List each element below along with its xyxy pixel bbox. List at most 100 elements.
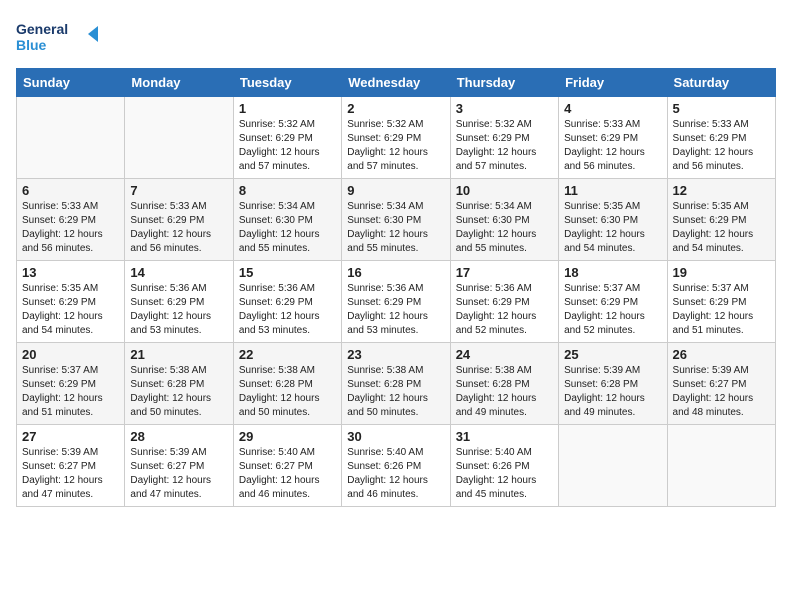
calendar-cell <box>559 425 667 507</box>
calendar-cell: 14 Sunrise: 5:36 AMSunset: 6:29 PMDayligh… <box>125 261 233 343</box>
day-number: 5 <box>673 101 770 116</box>
logo-icon: General Blue <box>16 16 106 58</box>
day-info: Sunrise: 5:40 AMSunset: 6:27 PMDaylight:… <box>239 446 336 502</box>
calendar-cell: 1 Sunrise: 5:32 AMSunset: 6:29 PMDaylight… <box>233 97 341 179</box>
day-info: Sunrise: 5:34 AMSunset: 6:30 PMDaylight:… <box>347 200 444 256</box>
day-info: Sunrise: 5:34 AMSunset: 6:30 PMDaylight:… <box>239 200 336 256</box>
calendar-table: SundayMondayTuesdayWednesdayThursdayFrid… <box>16 68 776 507</box>
day-number: 12 <box>673 183 770 198</box>
day-number: 4 <box>564 101 661 116</box>
day-number: 26 <box>673 347 770 362</box>
day-info: Sunrise: 5:36 AMSunset: 6:29 PMDaylight:… <box>130 282 227 338</box>
calendar-cell <box>667 425 775 507</box>
day-number: 6 <box>22 183 119 198</box>
day-info: Sunrise: 5:32 AMSunset: 6:29 PMDaylight:… <box>347 118 444 174</box>
day-number: 16 <box>347 265 444 280</box>
weekday-header-monday: Monday <box>125 69 233 97</box>
day-number: 2 <box>347 101 444 116</box>
day-info: Sunrise: 5:33 AMSunset: 6:29 PMDaylight:… <box>22 200 119 256</box>
day-number: 18 <box>564 265 661 280</box>
day-info: Sunrise: 5:38 AMSunset: 6:28 PMDaylight:… <box>239 364 336 420</box>
day-info: Sunrise: 5:35 AMSunset: 6:29 PMDaylight:… <box>22 282 119 338</box>
day-number: 7 <box>130 183 227 198</box>
day-info: Sunrise: 5:33 AMSunset: 6:29 PMDaylight:… <box>564 118 661 174</box>
calendar-cell: 29 Sunrise: 5:40 AMSunset: 6:27 PMDayligh… <box>233 425 341 507</box>
weekday-header-friday: Friday <box>559 69 667 97</box>
calendar-cell: 9 Sunrise: 5:34 AMSunset: 6:30 PMDaylight… <box>342 179 450 261</box>
calendar-cell: 22 Sunrise: 5:38 AMSunset: 6:28 PMDayligh… <box>233 343 341 425</box>
weekday-header-thursday: Thursday <box>450 69 558 97</box>
day-info: Sunrise: 5:40 AMSunset: 6:26 PMDaylight:… <box>456 446 553 502</box>
day-number: 13 <box>22 265 119 280</box>
day-number: 30 <box>347 429 444 444</box>
calendar-cell: 10 Sunrise: 5:34 AMSunset: 6:30 PMDayligh… <box>450 179 558 261</box>
day-info: Sunrise: 5:39 AMSunset: 6:27 PMDaylight:… <box>673 364 770 420</box>
day-info: Sunrise: 5:37 AMSunset: 6:29 PMDaylight:… <box>564 282 661 338</box>
calendar-cell: 30 Sunrise: 5:40 AMSunset: 6:26 PMDayligh… <box>342 425 450 507</box>
calendar-cell <box>125 97 233 179</box>
calendar-cell: 23Sunrise: 5:38 AMSunset: 6:28 PMDayligh… <box>342 343 450 425</box>
calendar-cell: 21Sunrise: 5:38 AMSunset: 6:28 PMDayligh… <box>125 343 233 425</box>
day-info: Sunrise: 5:38 AMSunset: 6:28 PMDaylight:… <box>456 364 553 420</box>
day-info: Sunrise: 5:33 AMSunset: 6:29 PMDaylight:… <box>130 200 227 256</box>
day-number: 10 <box>456 183 553 198</box>
weekday-header-sunday: Sunday <box>17 69 125 97</box>
day-number: 8 <box>239 183 336 198</box>
weekday-header-wednesday: Wednesday <box>342 69 450 97</box>
svg-text:General: General <box>16 21 68 37</box>
calendar-cell: 19 Sunrise: 5:37 AMSunset: 6:29 PMDayligh… <box>667 261 775 343</box>
day-number: 19 <box>673 265 770 280</box>
calendar-week-row: 6 Sunrise: 5:33 AMSunset: 6:29 PMDaylight… <box>17 179 776 261</box>
day-number: 23 <box>347 347 444 362</box>
day-number: 25 <box>564 347 661 362</box>
day-info: Sunrise: 5:35 AMSunset: 6:29 PMDaylight:… <box>673 200 770 256</box>
day-info: Sunrise: 5:35 AMSunset: 6:30 PMDaylight:… <box>564 200 661 256</box>
day-info: Sunrise: 5:36 AMSunset: 6:29 PMDaylight:… <box>239 282 336 338</box>
calendar-week-row: 1 Sunrise: 5:32 AMSunset: 6:29 PMDaylight… <box>17 97 776 179</box>
calendar-cell: 15 Sunrise: 5:36 AMSunset: 6:29 PMDayligh… <box>233 261 341 343</box>
day-info: Sunrise: 5:39 AMSunset: 6:28 PMDaylight:… <box>564 364 661 420</box>
calendar-cell: 13 Sunrise: 5:35 AMSunset: 6:29 PMDayligh… <box>17 261 125 343</box>
calendar-cell: 20Sunrise: 5:37 AMSunset: 6:29 PMDayligh… <box>17 343 125 425</box>
day-number: 27 <box>22 429 119 444</box>
weekday-header-tuesday: Tuesday <box>233 69 341 97</box>
calendar-cell: 18 Sunrise: 5:37 AMSunset: 6:29 PMDayligh… <box>559 261 667 343</box>
day-info: Sunrise: 5:33 AMSunset: 6:29 PMDaylight:… <box>673 118 770 174</box>
day-number: 21 <box>130 347 227 362</box>
day-number: 22 <box>239 347 336 362</box>
day-info: Sunrise: 5:34 AMSunset: 6:30 PMDaylight:… <box>456 200 553 256</box>
day-info: Sunrise: 5:37 AMSunset: 6:29 PMDaylight:… <box>22 364 119 420</box>
day-info: Sunrise: 5:32 AMSunset: 6:29 PMDaylight:… <box>239 118 336 174</box>
day-number: 1 <box>239 101 336 116</box>
day-number: 9 <box>347 183 444 198</box>
day-info: Sunrise: 5:40 AMSunset: 6:26 PMDaylight:… <box>347 446 444 502</box>
calendar-cell: 27Sunrise: 5:39 AMSunset: 6:27 PMDayligh… <box>17 425 125 507</box>
calendar-cell: 6 Sunrise: 5:33 AMSunset: 6:29 PMDaylight… <box>17 179 125 261</box>
svg-text:Blue: Blue <box>16 37 47 53</box>
calendar-cell: 4 Sunrise: 5:33 AMSunset: 6:29 PMDaylight… <box>559 97 667 179</box>
day-info: Sunrise: 5:37 AMSunset: 6:29 PMDaylight:… <box>673 282 770 338</box>
day-number: 15 <box>239 265 336 280</box>
day-number: 3 <box>456 101 553 116</box>
day-number: 29 <box>239 429 336 444</box>
day-number: 17 <box>456 265 553 280</box>
day-number: 14 <box>130 265 227 280</box>
calendar-cell: 25 Sunrise: 5:39 AMSunset: 6:28 PMDayligh… <box>559 343 667 425</box>
calendar-cell: 7 Sunrise: 5:33 AMSunset: 6:29 PMDaylight… <box>125 179 233 261</box>
day-info: Sunrise: 5:36 AMSunset: 6:29 PMDaylight:… <box>347 282 444 338</box>
calendar-week-row: 13 Sunrise: 5:35 AMSunset: 6:29 PMDayligh… <box>17 261 776 343</box>
calendar-week-row: 20Sunrise: 5:37 AMSunset: 6:29 PMDayligh… <box>17 343 776 425</box>
day-number: 11 <box>564 183 661 198</box>
calendar-cell: 12 Sunrise: 5:35 AMSunset: 6:29 PMDayligh… <box>667 179 775 261</box>
page-header: General Blue <box>16 16 776 58</box>
calendar-cell: 16 Sunrise: 5:36 AMSunset: 6:29 PMDayligh… <box>342 261 450 343</box>
calendar-cell: 2 Sunrise: 5:32 AMSunset: 6:29 PMDaylight… <box>342 97 450 179</box>
day-info: Sunrise: 5:39 AMSunset: 6:27 PMDaylight:… <box>130 446 227 502</box>
weekday-header-saturday: Saturday <box>667 69 775 97</box>
calendar-cell: 17Sunrise: 5:36 AMSunset: 6:29 PMDayligh… <box>450 261 558 343</box>
calendar-week-row: 27 Sunrise: 5:39 AMSunset: 6:27 PMDayligh… <box>17 425 776 507</box>
day-info: Sunrise: 5:32 AMSunset: 6:29 PMDaylight:… <box>456 118 553 174</box>
logo: General Blue <box>16 16 106 58</box>
calendar-cell <box>17 97 125 179</box>
calendar-cell: 31Sunrise: 5:40 AMSunset: 6:26 PMDayligh… <box>450 425 558 507</box>
